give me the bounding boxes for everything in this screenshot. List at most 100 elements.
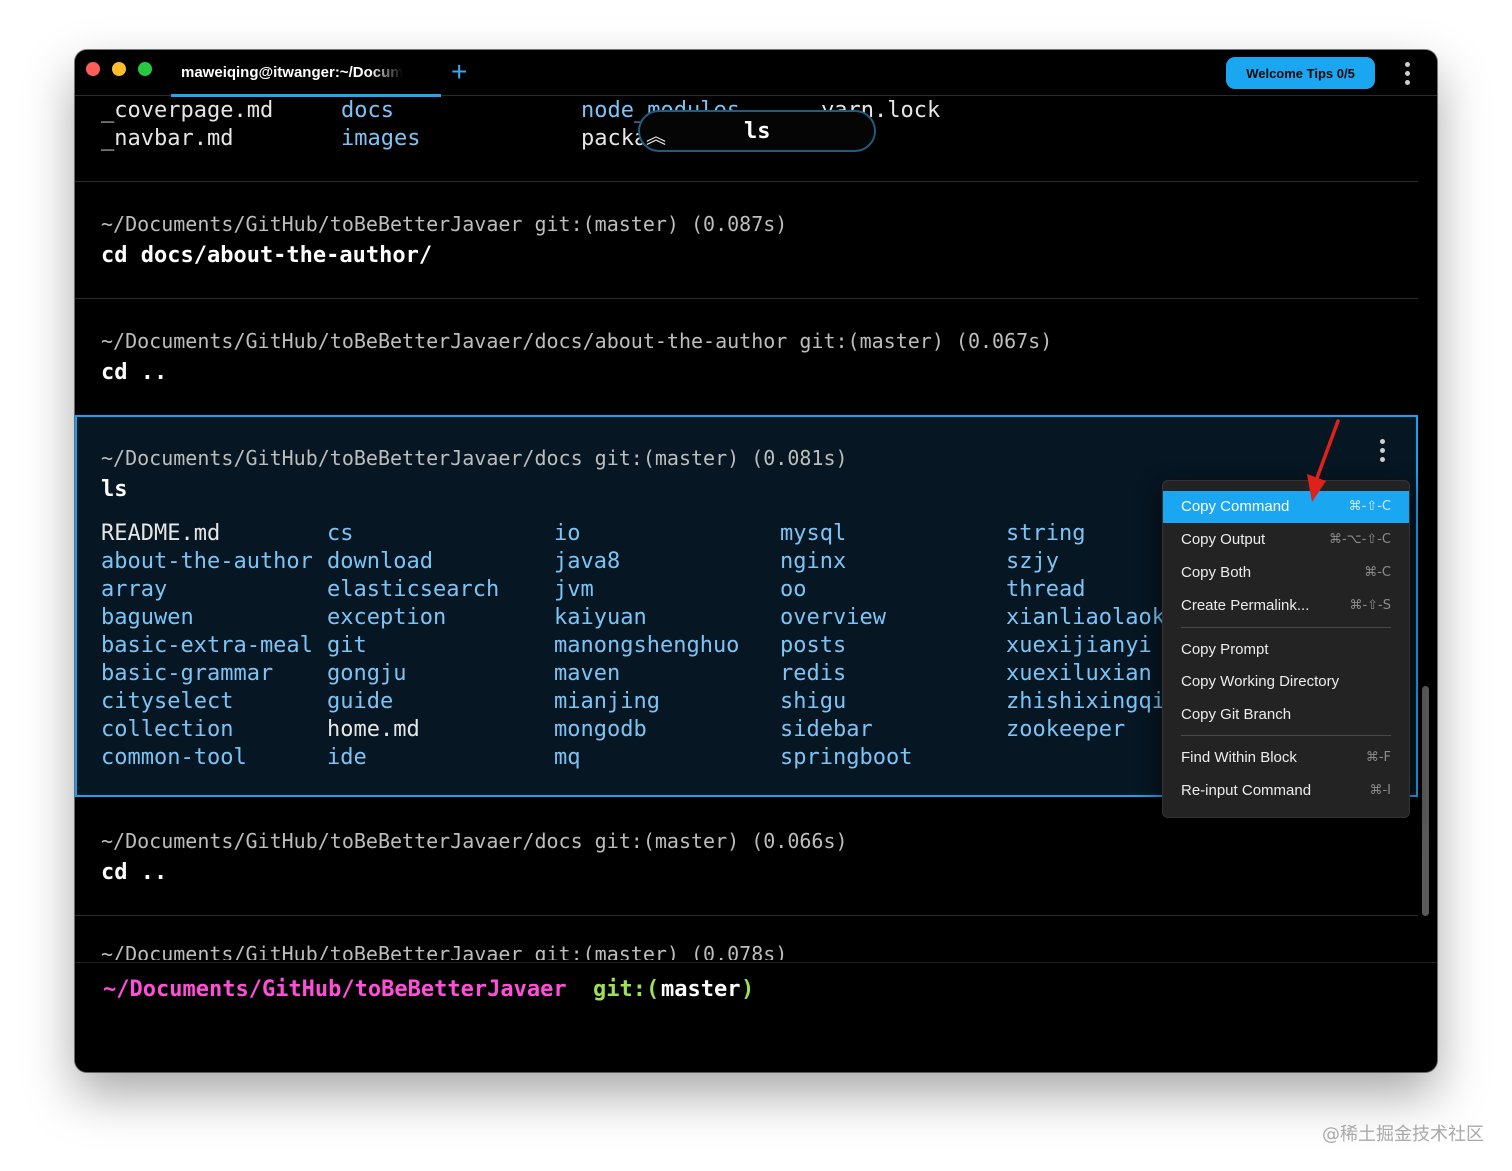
scrollbar[interactable] [1422, 686, 1429, 916]
watermark: @稀土掘金技术社区 [1322, 1124, 1484, 1145]
block-command[interactable]: ls [101, 477, 128, 502]
block-context-menu: Copy Command ⌘-⇧-C Copy Output ⌘-⌥-⇧-C C… [1162, 480, 1410, 818]
prompt-branch: master [661, 977, 741, 1002]
ls-entry: posts [780, 633, 847, 658]
new-tab-icon[interactable]: + [451, 56, 467, 88]
ls-entry: xuexijianyi [1006, 633, 1152, 658]
menu-item-copy-prompt[interactable]: Copy Prompt [1163, 634, 1409, 666]
menu-divider [1181, 627, 1391, 628]
ls-entry: README.md [101, 521, 221, 546]
list-item: docs [341, 98, 394, 123]
ls-entry: mysql [780, 521, 847, 546]
chevrons-up-icon[interactable]: ︽ [646, 120, 666, 149]
ls-entry: basic-grammar [101, 661, 274, 686]
ls-entry: kaiyuan [554, 605, 647, 630]
ls-entry: baguwen [101, 605, 194, 630]
block-prompt-path: ~/Documents/GitHub/toBeBetterJavaer/docs… [101, 446, 848, 470]
ls-column: README.md about-the-author array baguwen bas… [101, 520, 313, 772]
zoom-window-button[interactable] [138, 62, 152, 76]
list-item: _navbar.md [101, 126, 234, 151]
partial-block: ~/Documents/GitHub/toBeBetterJavaer git:… [101, 940, 1001, 960]
ls-entry: zookeeper [1006, 717, 1126, 742]
menu-item-create-permalink[interactable]: Create Permalink... ⌘-⇧-S [1163, 590, 1409, 622]
prompt-git-close: ) [741, 977, 755, 1002]
ls-entry: guide [327, 689, 394, 714]
ls-column: io java8 jvm kaiyuan manongshenghuo maven mian… [554, 520, 739, 772]
ls-entry: collection [101, 717, 234, 742]
menu-item-find-within-block[interactable]: Find Within Block ⌘-F [1163, 742, 1409, 774]
ls-entry: basic-extra-meal [101, 633, 313, 658]
ls-entry: java8 [554, 549, 621, 574]
block-divider [75, 915, 1418, 916]
title-bar: maweiqing@itwanger:~/Documents + Welcome… [75, 50, 1437, 97]
ls-entry: gongju [327, 661, 407, 686]
ls-entry: home.md [327, 717, 420, 742]
red-arrow-icon [1307, 419, 1340, 502]
prompt-git-label: git:( [593, 977, 660, 1002]
block-prompt-path: ~/Documents/GitHub/toBeBetterJavaer git:… [101, 942, 788, 960]
tab-title: maweiqing@itwanger:~/Documents [181, 64, 403, 81]
minimize-window-button[interactable] [112, 62, 126, 76]
close-window-button[interactable] [86, 62, 100, 76]
block-command[interactable]: cd .. [101, 360, 167, 385]
menu-item-copy-command[interactable]: Copy Command ⌘-⇧-C [1163, 491, 1409, 523]
ls-column: cs download elasticsearch exception git gongj… [327, 520, 499, 772]
ls-entry: szjy [1006, 549, 1059, 574]
menu-item-copy-git-branch[interactable]: Copy Git Branch [1163, 699, 1409, 731]
ls-entry: exception [327, 605, 447, 630]
block-prompt-path: ~/Documents/GitHub/toBeBetterJavaer git:… [101, 212, 788, 236]
ls-entry: xianliaolaok [1006, 605, 1162, 630]
ls-column: mysql nginx oo overview posts redis shigu sideb… [780, 520, 912, 772]
block-command[interactable]: cd docs/about-the-author/ [101, 243, 432, 268]
list-item: images [341, 126, 421, 151]
ls-entry: download [327, 549, 433, 574]
prompt-path: ~/Documents/GitHub/toBeBetterJavaer [103, 977, 567, 1002]
ls-entry: maven [554, 661, 621, 686]
menu-item-copy-both[interactable]: Copy Both ⌘-C [1163, 557, 1409, 589]
ls-entry: ide [327, 745, 367, 770]
ls-entry: sidebar [780, 717, 873, 742]
menu-item-copy-working-directory[interactable]: Copy Working Directory [1163, 666, 1409, 698]
ls-entry: string [1006, 521, 1086, 546]
ls-entry: mongodb [554, 717, 647, 742]
history-search-pill[interactable]: ︽ ls [638, 110, 876, 152]
ls-entry: springboot [780, 745, 913, 770]
block-divider [75, 181, 1418, 182]
ls-entry: cityselect [101, 689, 234, 714]
ls-entry: jvm [554, 577, 594, 602]
input-prompt[interactable]: ~/Documents/GitHub/toBeBetterJavaer git:… [75, 962, 1437, 1072]
ls-entry: array [101, 577, 168, 602]
ls-entry: redis [780, 661, 847, 686]
ls-entry: git [327, 633, 367, 658]
block-prompt-path: ~/Documents/GitHub/toBeBetterJavaer/docs… [101, 829, 848, 853]
menu-divider [1181, 735, 1391, 736]
ls-entry: elasticsearch [327, 577, 500, 602]
menu-item-copy-output[interactable]: Copy Output ⌘-⌥-⇧-C [1163, 524, 1409, 556]
ls-entry: shigu [780, 689, 847, 714]
ls-entry: nginx [780, 549, 847, 574]
ls-entry: overview [780, 605, 886, 630]
welcome-tips-button[interactable]: Welcome Tips 0/5 [1226, 57, 1375, 89]
block-command[interactable]: cd .. [101, 860, 167, 885]
ls-entry: oo [780, 577, 807, 602]
block-prompt-path: ~/Documents/GitHub/toBeBetterJavaer/docs… [101, 329, 1053, 353]
history-search-query: ls [744, 119, 771, 144]
menu-item-re-input-command[interactable]: Re-input Command ⌘-I [1163, 775, 1409, 807]
ls-entry: xuexiluxian [1006, 661, 1152, 686]
terminal-window: maweiqing@itwanger:~/Documents + Welcome… [75, 50, 1437, 1072]
active-tab-indicator [171, 94, 441, 97]
ls-entry: zhishixingqi [1006, 689, 1162, 714]
ls-entry: about-the-author [101, 549, 313, 574]
block-menu-icon[interactable] [1380, 439, 1386, 466]
tab-terminal-session[interactable]: maweiqing@itwanger:~/Documents [171, 50, 441, 97]
ls-entry: thread [1006, 577, 1086, 602]
more-options-icon[interactable] [1405, 62, 1411, 89]
list-item: _coverpage.md [101, 98, 274, 123]
ls-entry: common-tool [101, 745, 247, 770]
ls-column: string szjy thread xianliaolaok xuexijianyi x… [1006, 520, 1162, 744]
block-divider [75, 298, 1418, 299]
ls-entry: mq [554, 745, 581, 770]
ls-entry: manongshenghuo [554, 633, 740, 658]
ls-entry: cs [327, 521, 354, 546]
ls-entry: mianjing [554, 689, 660, 714]
